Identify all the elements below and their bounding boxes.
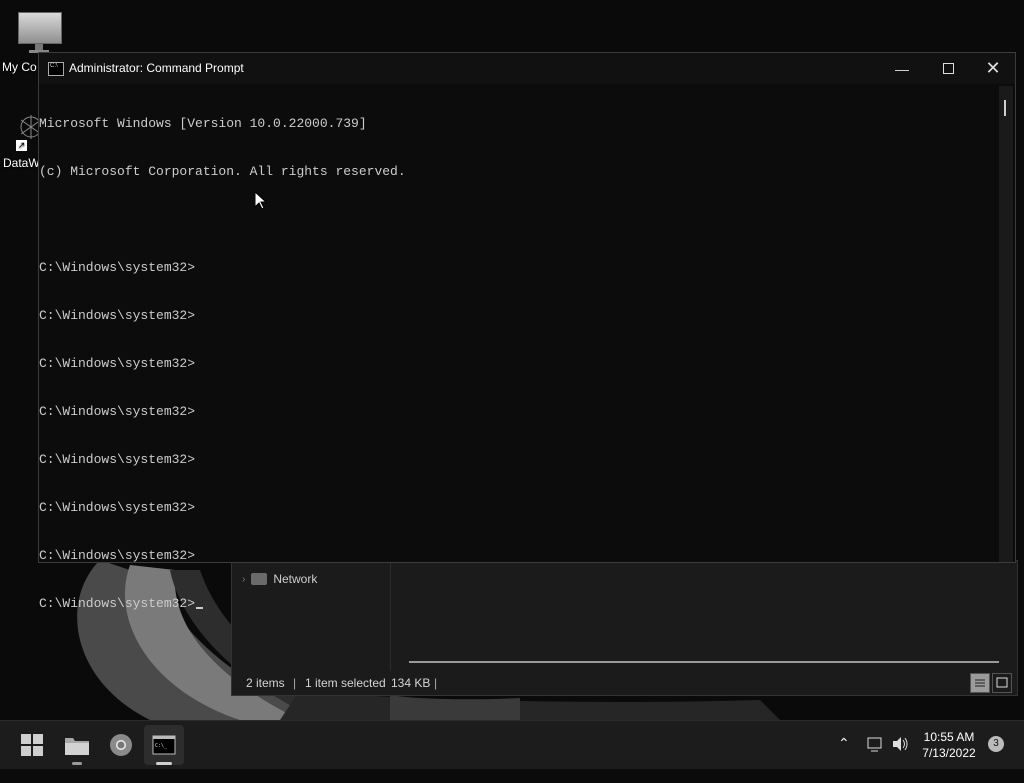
console-line: C:\Windows\system32>: [39, 404, 196, 419]
desktop-icon-label: My Co: [2, 60, 37, 74]
large-icons-view-icon: [996, 677, 1008, 688]
console-line: C:\Windows\system32>: [39, 452, 196, 467]
taskbar-chrome[interactable]: [101, 725, 141, 765]
volume-icon: [893, 737, 908, 751]
taskbar: C:\_ ⌃ 10:55 AM 7/13/2022: [0, 720, 1024, 769]
selection-size: 134 KB: [391, 676, 431, 690]
minimize-icon: —: [895, 60, 909, 77]
console-line: C:\Windows\system32>: [39, 548, 196, 563]
console-line: C:\Windows\system32>: [39, 500, 196, 515]
show-hidden-icons-button[interactable]: ⌃: [838, 735, 850, 783]
console-line: C:\Windows\system32>: [39, 308, 196, 323]
console-output[interactable]: Microsoft Windows [Version 10.0.22000.73…: [39, 84, 997, 611]
date-text: 7/13/2022: [922, 746, 976, 760]
file-explorer-icon: [65, 738, 89, 755]
start-button[interactable]: [12, 725, 52, 765]
command-prompt-icon: C:\: [48, 62, 64, 76]
close-icon: ✕: [985, 58, 1001, 78]
network-icon: [867, 737, 882, 752]
notification-badge[interactable]: 3: [988, 736, 1004, 752]
chrome-icon: [110, 734, 132, 756]
network-status-button[interactable]: [866, 735, 884, 783]
item-count: 2 items: [246, 676, 285, 690]
large-icons-view-button[interactable]: [992, 673, 1012, 693]
text-caret: [196, 607, 204, 609]
details-view-button[interactable]: [970, 673, 990, 693]
status-bar: 2 items | 1 item selected 134 KB |: [246, 676, 438, 690]
details-view-icon: [975, 679, 985, 687]
clock-button[interactable]: 10:55 AM 7/13/2022: [918, 729, 980, 761]
minimize-button[interactable]: —: [879, 53, 925, 84]
console-line: C:\Windows\system32>: [39, 356, 196, 371]
mouse-cursor-icon: [255, 192, 267, 210]
shortcut-arrow-icon: ↗: [16, 140, 27, 151]
taskbar-command-prompt[interactable]: C:\_: [144, 725, 184, 765]
selection-count: 1 item selected: [305, 676, 386, 690]
taskbar-file-explorer[interactable]: [57, 725, 97, 765]
scrollbar-thumb[interactable]: [1004, 100, 1006, 116]
console-line: Microsoft Windows [Version 10.0.22000.73…: [39, 116, 367, 131]
desktop-icon-label: DataW: [3, 156, 40, 170]
time-text: 10:55 AM: [923, 730, 975, 744]
computer-icon: [18, 12, 62, 44]
chevron-up-icon: ⌃: [838, 735, 850, 751]
console-line: (c) Microsoft Corporation. All rights re…: [39, 164, 406, 179]
prompt-text: C:\Windows\system32>: [39, 596, 196, 611]
title-bar[interactable]: C:\ Administrator: Command Prompt — ✕: [39, 53, 1015, 84]
command-prompt-window[interactable]: C:\ Administrator: Command Prompt — ✕ Mi…: [38, 52, 1016, 611]
vertical-scrollbar[interactable]: [999, 86, 1013, 562]
volume-button[interactable]: [891, 735, 909, 783]
maximize-icon: [942, 63, 954, 74]
windows-start-icon: [21, 734, 43, 756]
window-title: Administrator: Command Prompt: [69, 61, 244, 75]
console-line: C:\Windows\system32>: [39, 596, 997, 612]
console-line: C:\Windows\system32>: [39, 260, 196, 275]
maximize-button[interactable]: [925, 53, 971, 84]
horizontal-scrollbar[interactable]: [409, 661, 999, 663]
close-button[interactable]: ✕: [970, 53, 1016, 84]
command-prompt-icon: C:\_: [152, 735, 176, 755]
svg-text:C:\_: C:\_: [155, 743, 168, 749]
